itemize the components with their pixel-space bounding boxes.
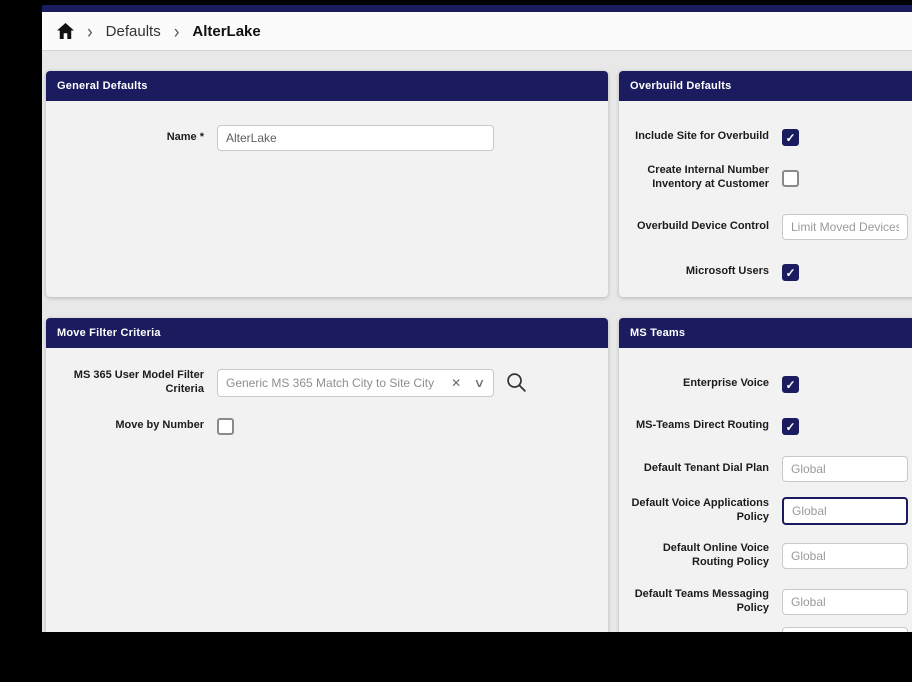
ms-teams-direct-routing-checkbox[interactable]: ✓ <box>782 418 799 435</box>
search-icon[interactable] <box>505 371 528 394</box>
name-label: Name * <box>46 131 204 145</box>
field-row: MS-Teams Direct Routing ✓ <box>619 413 912 439</box>
default-voice-applications-policy-label: Default Voice Applications Policy <box>619 497 769 525</box>
field-row: MS 365 User Model Filter Criteria Generi… <box>46 368 608 397</box>
panel-move-filter-criteria: Move Filter Criteria MS 365 User Model F… <box>46 318 608 632</box>
clear-icon[interactable]: ✕ <box>451 376 461 390</box>
panel-title: Move Filter Criteria <box>46 318 608 348</box>
chevron-right-icon: › <box>174 21 180 41</box>
name-input[interactable] <box>217 125 494 151</box>
page-content: General Defaults Name * Overbuild Defaul… <box>42 51 912 632</box>
chevron-right-icon: › <box>87 21 93 41</box>
breadcrumb-item-defaults[interactable]: Defaults <box>106 23 161 40</box>
panel-general-defaults: General Defaults Name * <box>46 71 608 297</box>
panel-overbuild-defaults: Overbuild Defaults Include Site for Over… <box>619 71 912 297</box>
enterprise-voice-label: Enterprise Voice <box>619 377 769 391</box>
include-site-checkbox[interactable]: ✓ <box>782 129 799 146</box>
panel-title: General Defaults <box>46 71 608 101</box>
app-window: › Defaults › AlterLake General Defaults … <box>42 5 912 632</box>
chevron-down-icon[interactable]: ∨ <box>474 376 486 390</box>
include-site-label: Include Site for Overbuild <box>619 130 769 144</box>
field-row <box>619 626 912 632</box>
microsoft-users-label: Microsoft Users <box>619 265 769 279</box>
default-teams-messaging-policy-label: Default Teams Messaging Policy <box>619 588 769 616</box>
field-row: Create Internal Number Inventory at Cust… <box>619 163 912 193</box>
ms-teams-direct-routing-label: MS-Teams Direct Routing <box>619 419 769 433</box>
field-row: Default Tenant Dial Plan <box>619 455 912 482</box>
field-row: Enterprise Voice ✓ <box>619 371 912 397</box>
field-row: Overbuild Device Control <box>619 213 912 240</box>
breadcrumb-item-current: AlterLake <box>192 23 260 40</box>
overbuild-device-control-label: Overbuild Device Control <box>619 220 769 234</box>
ms365-filter-label: MS 365 User Model Filter Criteria <box>46 369 204 397</box>
create-number-inventory-checkbox[interactable] <box>782 170 799 187</box>
field-row: Move by Number <box>46 413 608 439</box>
move-by-number-label: Move by Number <box>46 419 204 433</box>
ms365-filter-select[interactable]: Generic MS 365 Match City to Site City ✕… <box>217 369 494 397</box>
partial-input[interactable] <box>782 627 908 633</box>
breadcrumb: › Defaults › AlterLake <box>42 12 912 51</box>
field-row: Include Site for Overbuild ✓ <box>619 124 912 150</box>
default-online-voice-routing-policy-input[interactable] <box>782 543 908 569</box>
panel-ms-teams: MS Teams Enterprise Voice ✓ MS-Teams Dir… <box>619 318 912 632</box>
field-row: Default Online Voice Routing Policy <box>619 542 912 569</box>
microsoft-users-checkbox[interactable]: ✓ <box>782 264 799 281</box>
enterprise-voice-checkbox[interactable]: ✓ <box>782 376 799 393</box>
move-by-number-checkbox[interactable] <box>217 418 234 435</box>
field-row: Default Voice Applications Policy <box>619 497 912 525</box>
default-tenant-dial-plan-label: Default Tenant Dial Plan <box>619 462 769 476</box>
default-voice-applications-policy-input[interactable] <box>782 497 908 525</box>
field-row: Default Teams Messaging Policy <box>619 588 912 615</box>
home-icon[interactable] <box>57 23 74 40</box>
panel-title: Overbuild Defaults <box>619 71 912 101</box>
create-number-inventory-label: Create Internal Number Inventory at Cust… <box>619 164 769 192</box>
overbuild-device-control-input[interactable] <box>782 214 908 240</box>
default-online-voice-routing-policy-label: Default Online Voice Routing Policy <box>619 542 769 570</box>
ms365-filter-value: Generic MS 365 Match City to Site City <box>226 376 451 390</box>
field-row: Microsoft Users ✓ <box>619 259 912 285</box>
default-teams-messaging-policy-input[interactable] <box>782 589 908 615</box>
top-navy-bar <box>42 5 912 12</box>
field-row: Name * <box>46 124 608 151</box>
default-tenant-dial-plan-input[interactable] <box>782 456 908 482</box>
panel-title: MS Teams <box>619 318 912 348</box>
